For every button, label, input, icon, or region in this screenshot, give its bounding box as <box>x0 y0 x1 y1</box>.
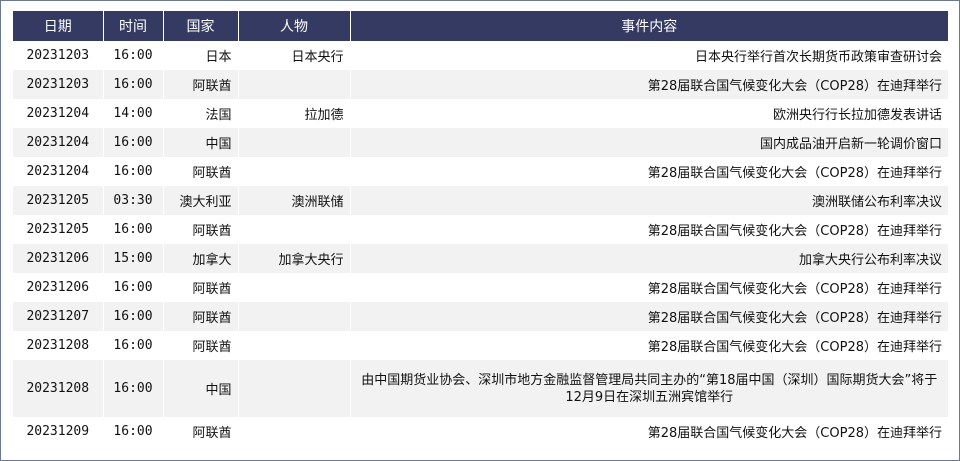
cell-time: 16:00 <box>102 41 163 70</box>
events-table: 日期 时间 国家 人物 事件内容 20231203 16:00 日本 日本央行 … <box>13 11 948 446</box>
cell-event: 日本央行举行首次长期货币政策审查研讨会 <box>349 41 948 70</box>
cell-country: 阿联酋 <box>162 302 238 331</box>
cell-date: 20231208 <box>13 331 103 360</box>
cell-country: 阿联酋 <box>162 70 238 99</box>
table-row: 20231208 16:00 中国 由中国期货业协会、深圳市地方金融监督管理局共… <box>13 360 948 417</box>
cell-date: 20231204 <box>13 128 103 157</box>
cell-person <box>237 70 350 99</box>
cell-person: 日本央行 <box>237 41 350 70</box>
cell-event: 国内成品油开启新一轮调价窗口 <box>349 128 948 157</box>
cell-time: 16:00 <box>102 331 163 360</box>
cell-event: 第28届联合国气候变化大会（COP28）在迪拜举行 <box>349 157 948 186</box>
table-row: 20231203 16:00 阿联酋 第28届联合国气候变化大会（COP28）在… <box>13 70 948 99</box>
cell-person: 拉加德 <box>237 99 350 128</box>
cell-country: 阿联酋 <box>162 215 238 244</box>
cell-event: 澳洲联储公布利率决议 <box>349 186 948 215</box>
cell-event: 第28届联合国气候变化大会（COP28）在迪拜举行 <box>349 417 948 446</box>
cell-date: 20231206 <box>13 244 103 273</box>
header-country: 国家 <box>162 11 238 41</box>
table-row: 20231207 16:00 阿联酋 第28届联合国气候变化大会（COP28）在… <box>13 302 948 331</box>
cell-country: 阿联酋 <box>162 417 238 446</box>
table-row: 20231205 16:00 阿联酋 第28届联合国气候变化大会（COP28）在… <box>13 215 948 244</box>
cell-person: 加拿大央行 <box>237 244 350 273</box>
cell-country: 日本 <box>162 41 238 70</box>
cell-person <box>237 273 350 302</box>
table-row: 20231204 14:00 法国 拉加德 欧洲央行行长拉加德发表讲话 <box>13 99 948 128</box>
cell-country: 澳大利亚 <box>162 186 238 215</box>
cell-person <box>237 302 350 331</box>
cell-date: 20231206 <box>13 273 103 302</box>
cell-time: 16:00 <box>102 273 163 302</box>
cell-time: 15:00 <box>102 244 163 273</box>
page-frame: 日期 时间 国家 人物 事件内容 20231203 16:00 日本 日本央行 … <box>0 0 960 461</box>
table-row: 20231206 16:00 阿联酋 第28届联合国气候变化大会（COP28）在… <box>13 273 948 302</box>
cell-country: 阿联酋 <box>162 273 238 302</box>
cell-event: 第28届联合国气候变化大会（COP28）在迪拜举行 <box>349 215 948 244</box>
table-row: 20231208 16:00 阿联酋 第28届联合国气候变化大会（COP28）在… <box>13 331 948 360</box>
cell-event: 欧洲央行行长拉加德发表讲话 <box>349 99 948 128</box>
cell-time: 16:00 <box>102 360 163 417</box>
cell-person <box>237 157 350 186</box>
cell-person <box>237 417 350 446</box>
cell-country: 法国 <box>162 99 238 128</box>
cell-country: 中国 <box>162 360 238 417</box>
header-date: 日期 <box>13 11 103 41</box>
cell-event: 加拿大央行公布利率决议 <box>349 244 948 273</box>
table-header-row: 日期 时间 国家 人物 事件内容 <box>13 11 948 41</box>
header-event: 事件内容 <box>349 11 948 41</box>
cell-country: 阿联酋 <box>162 157 238 186</box>
cell-time: 03:30 <box>102 186 163 215</box>
table-row: 20231204 16:00 中国 国内成品油开启新一轮调价窗口 <box>13 128 948 157</box>
cell-country: 阿联酋 <box>162 331 238 360</box>
cell-event: 第28届联合国气候变化大会（COP28）在迪拜举行 <box>349 331 948 360</box>
cell-time: 16:00 <box>102 128 163 157</box>
table-row: 20231203 16:00 日本 日本央行 日本央行举行首次长期货币政策审查研… <box>13 41 948 70</box>
cell-date: 20231204 <box>13 99 103 128</box>
cell-person: 澳洲联储 <box>237 186 350 215</box>
table-row: 20231206 15:00 加拿大 加拿大央行 加拿大央行公布利率决议 <box>13 244 948 273</box>
cell-event: 由中国期货业协会、深圳市地方金融监督管理局共同主办的“第18届中国（深圳）国际期… <box>349 360 948 417</box>
cell-time: 16:00 <box>102 215 163 244</box>
cell-date: 20231205 <box>13 186 103 215</box>
cell-date: 20231205 <box>13 215 103 244</box>
table-row: 20231204 16:00 阿联酋 第28届联合国气候变化大会（COP28）在… <box>13 157 948 186</box>
header-person: 人物 <box>237 11 350 41</box>
table-row: 20231205 03:30 澳大利亚 澳洲联储 澳洲联储公布利率决议 <box>13 186 948 215</box>
cell-time: 16:00 <box>102 302 163 331</box>
cell-event: 第28届联合国气候变化大会（COP28）在迪拜举行 <box>349 273 948 302</box>
cell-date: 20231207 <box>13 302 103 331</box>
cell-person <box>237 360 350 417</box>
cell-person <box>237 215 350 244</box>
cell-time: 16:00 <box>102 70 163 99</box>
cell-date: 20231209 <box>13 417 103 446</box>
cell-country: 加拿大 <box>162 244 238 273</box>
cell-time: 16:00 <box>102 157 163 186</box>
cell-country: 中国 <box>162 128 238 157</box>
table-row: 20231209 16:00 阿联酋 第28届联合国气候变化大会（COP28）在… <box>13 417 948 446</box>
cell-time: 14:00 <box>102 99 163 128</box>
header-time: 时间 <box>102 11 163 41</box>
cell-date: 20231208 <box>13 360 103 417</box>
cell-date: 20231204 <box>13 157 103 186</box>
cell-date: 20231203 <box>13 41 103 70</box>
cell-event: 第28届联合国气候变化大会（COP28）在迪拜举行 <box>349 302 948 331</box>
cell-person <box>237 128 350 157</box>
cell-event: 第28届联合国气候变化大会（COP28）在迪拜举行 <box>349 70 948 99</box>
cell-time: 16:00 <box>102 417 163 446</box>
cell-date: 20231203 <box>13 70 103 99</box>
cell-person <box>237 331 350 360</box>
